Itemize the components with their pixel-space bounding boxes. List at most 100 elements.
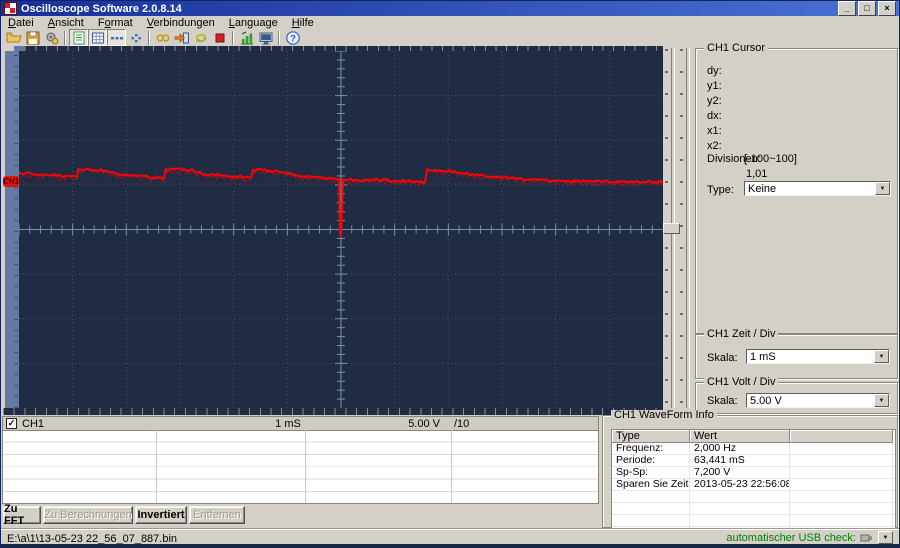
- cursor-field-dx: dx:: [707, 110, 722, 122]
- open-folder-icon: [6, 32, 22, 42]
- table-cell: Frequenz:: [612, 443, 690, 454]
- minimize-button[interactable]: _: [838, 1, 856, 16]
- oscilloscope-display: [19, 51, 663, 408]
- channel-name: CH1: [22, 417, 45, 430]
- stop-icon: [215, 33, 224, 42]
- volt-skala-label: Skala:: [707, 395, 738, 407]
- volt-div-panel: CH1 Volt / Div Skala: 5.00 V ▼: [695, 377, 898, 414]
- table-cell: [612, 503, 690, 514]
- cursor-field-x1: x1:: [707, 125, 722, 137]
- table-row: Frequenz: 2,000 Hz: [612, 443, 895, 455]
- table-cell: [790, 491, 893, 502]
- toolbar-separator: [64, 30, 66, 45]
- save-icon: [26, 31, 39, 44]
- toolbar-button-open-folder[interactable]: [4, 29, 23, 46]
- window-title: Oscilloscope Software 2.0.8.14: [21, 2, 182, 15]
- toolbar-button-help[interactable]: ?: [283, 29, 302, 46]
- table-cell: [690, 491, 790, 502]
- table-cell: [612, 491, 690, 502]
- table-row: [612, 503, 895, 515]
- maximize-button[interactable]: □: [858, 1, 876, 16]
- toolbar-button-stop[interactable]: [210, 29, 229, 46]
- toolbar-button-screen-capture[interactable]: [256, 29, 275, 46]
- slider-track-2[interactable]: [686, 48, 690, 408]
- toolbar-button-point-style[interactable]: [126, 29, 145, 46]
- volt-div-value: 5.00 V: [750, 394, 782, 407]
- channel-table-header: ✓ CH1 1 mS 5.00 V /10: [3, 417, 598, 431]
- table-cell: [790, 479, 893, 490]
- entfernen-button: Entfernen: [189, 506, 245, 524]
- channel-probe: /10: [454, 417, 470, 430]
- toolbar-button-export-chart[interactable]: [237, 29, 256, 46]
- title-bar: Oscilloscope Software 2.0.8.14 _ □ ×: [1, 1, 899, 16]
- cursor-type-label: Type:: [707, 184, 734, 196]
- table-cell: [790, 443, 893, 454]
- zu-fft-button[interactable]: Zu FFT: [3, 503, 41, 527]
- table-row: Periode: 63,441 mS: [612, 455, 895, 467]
- table-cell: 63,441 mS: [690, 455, 790, 466]
- waveform-info-column-wert: Wert: [690, 430, 790, 443]
- line-style-icon: [110, 36, 123, 39]
- table-cell: Sparen Sie Zeit:: [612, 479, 690, 490]
- status-usb-section: automatischer USB check: ▼: [726, 531, 893, 544]
- menu-item-datei[interactable]: Datei: [1, 17, 41, 29]
- menu-item-language[interactable]: Language: [222, 17, 285, 29]
- usb-check-dropdown[interactable]: ▼: [878, 531, 893, 544]
- trigger-level-slider-handle[interactable]: [663, 223, 680, 234]
- menu-item-ansicht[interactable]: Ansicht: [41, 17, 91, 29]
- toolbar-button-import[interactable]: [172, 29, 191, 46]
- menu-item-verbindungen[interactable]: Verbindungen: [140, 17, 222, 29]
- table-cell: [790, 515, 893, 526]
- time-div-title: CH1 Zeit / Div: [704, 329, 779, 340]
- table-cell: Periode:: [612, 455, 690, 466]
- volt-div-title: CH1 Volt / Div: [704, 377, 779, 388]
- table-cell: 2013-05-23 22:56:08: [690, 479, 790, 490]
- toolbar-button-legend-toggle[interactable]: [69, 29, 88, 46]
- divisions-value: 1,01: [746, 168, 768, 180]
- usb-icon: [860, 534, 872, 541]
- chevron-down-icon[interactable]: ▼: [874, 350, 889, 363]
- time-div-value: 1 mS: [750, 350, 776, 363]
- export-chart-icon: [240, 30, 253, 44]
- time-skala-label: Skala:: [707, 352, 738, 364]
- time-div-select[interactable]: 1 mS ▼: [746, 349, 890, 364]
- svg-text:?: ?: [290, 33, 296, 44]
- toolbar-separator: [278, 30, 280, 45]
- volt-div-select[interactable]: 5.00 V ▼: [746, 393, 890, 408]
- channel-checkbox[interactable]: ✓: [6, 418, 17, 429]
- waveform-info-header: Type Wert: [612, 430, 895, 443]
- point-style-icon: [131, 33, 141, 42]
- zu-berechnungen-button: Zu Berechnungen: [43, 506, 133, 524]
- waveform-info-column-type: Type: [612, 430, 690, 443]
- vertical-position-strip: [5, 51, 19, 408]
- chevron-down-icon[interactable]: ▼: [874, 394, 889, 407]
- channel-volt-div: 5.00 V: [408, 417, 440, 430]
- table-row: Sp-Sp: 7,200 V: [612, 467, 895, 479]
- close-button[interactable]: ×: [878, 1, 896, 16]
- legend-toggle-icon: [73, 31, 84, 44]
- connect-icon: [155, 33, 170, 42]
- chevron-down-icon[interactable]: ▼: [875, 182, 890, 195]
- table-cell: Sp-Sp:: [612, 467, 690, 478]
- time-div-panel: CH1 Zeit / Div Skala: 1 mS ▼: [695, 329, 898, 379]
- window-controls: _ □ ×: [838, 1, 899, 16]
- cursor-field-x2: x2:: [707, 140, 722, 152]
- table-cell: [612, 515, 690, 526]
- channel-position-marker[interactable]: CH1: [3, 176, 19, 187]
- toolbar-button-refresh[interactable]: [191, 29, 210, 46]
- menu-item-format[interactable]: Format: [91, 17, 140, 29]
- toolbar-button-save[interactable]: [23, 29, 42, 46]
- invertiert-button[interactable]: Invertiert: [135, 506, 187, 524]
- toolbar-button-line-style[interactable]: [107, 29, 126, 46]
- app-icon: [4, 2, 17, 15]
- table-cell: [790, 503, 893, 514]
- cursor-type-select[interactable]: Keine ▼: [744, 181, 891, 196]
- waveform-info-panel: CH1 WaveForm Info Type Wert Frequenz: 2,000…: [602, 410, 898, 540]
- table-cell: 2,000 Hz: [690, 443, 790, 454]
- toolbar-button-grid-toggle[interactable]: [88, 29, 107, 46]
- menu-item-hilfe[interactable]: Hilfe: [285, 17, 321, 29]
- toolbar-button-connect[interactable]: [153, 29, 172, 46]
- table-cell: 7,200 V: [690, 467, 790, 478]
- channel-table-body: [3, 430, 598, 503]
- toolbar-button-settings[interactable]: [42, 29, 61, 46]
